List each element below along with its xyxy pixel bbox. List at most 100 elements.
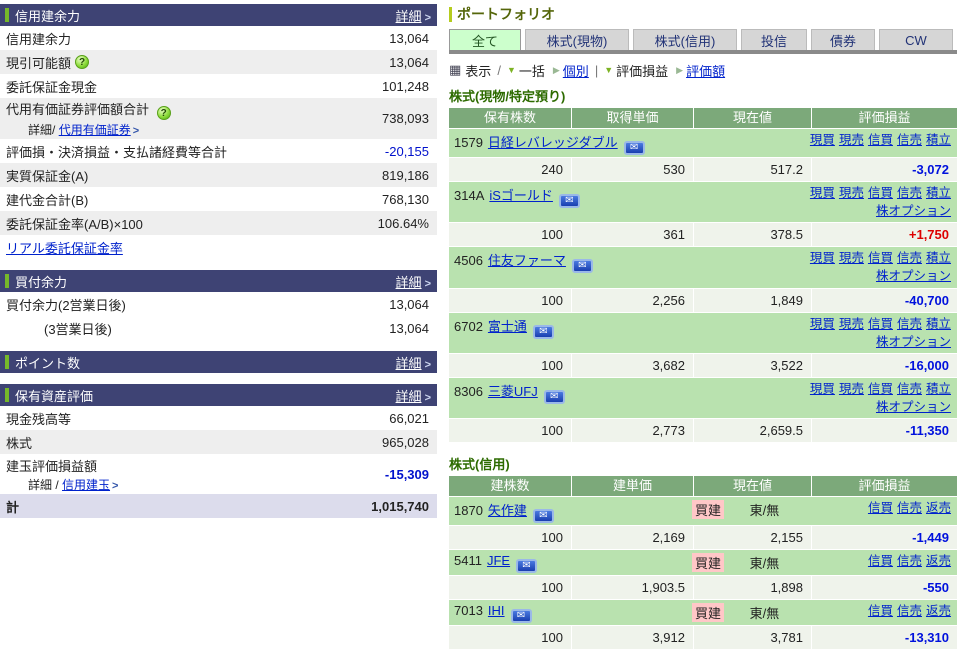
long-position-badge: 買建 — [692, 500, 725, 519]
cash-buy-link[interactable]: 現買 — [810, 133, 835, 147]
detail-link[interactable]: 詳細 > — [396, 386, 431, 405]
accumulate-link[interactable]: 積立 — [926, 133, 951, 147]
close-sell-link[interactable]: 返売 — [926, 554, 951, 568]
row-label: 建代金合計(B) — [6, 192, 89, 208]
tab-funds[interactable]: 投信 — [741, 29, 807, 50]
real-margin-rate-link[interactable]: リアル委託保証金率 — [0, 238, 123, 257]
stock-id: 4506 住友ファーマ ✉ — [454, 249, 593, 274]
margin-buy-link[interactable]: 信買 — [868, 251, 893, 265]
stock-option-link[interactable]: 株オプション — [876, 269, 951, 283]
margin-sell-link[interactable]: 信売 — [897, 382, 922, 396]
summary-row: 株式 965,028 — [0, 430, 437, 454]
cash-sell-link[interactable]: 現売 — [839, 382, 864, 396]
cash-buy-link[interactable]: 現買 — [810, 317, 835, 331]
margin-positions-link[interactable]: 信用建玉 — [62, 478, 110, 492]
stock-option-link[interactable]: 株オプション — [876, 335, 951, 349]
stock-name-link[interactable]: IHI — [488, 603, 505, 618]
margin-sell-link[interactable]: 信売 — [897, 554, 922, 568]
tab-stock-margin[interactable]: 株式(信用) — [633, 29, 737, 50]
cash-buy-link[interactable]: 現買 — [810, 251, 835, 265]
close-sell-link[interactable]: 返売 — [926, 604, 951, 618]
market-label: 東/無 — [749, 503, 780, 518]
stock-name-link[interactable]: iSゴールド — [489, 188, 553, 203]
cash-sell-link[interactable]: 現売 — [839, 317, 864, 331]
margin-buy-link[interactable]: 信買 — [868, 501, 893, 515]
mail-alert-icon[interactable]: ✉ — [532, 509, 554, 523]
qty-cell: 100 — [449, 419, 572, 442]
margin-sell-link[interactable]: 信売 — [897, 317, 922, 331]
price-cell: 2,773 — [572, 419, 694, 442]
price-cell: 2,169 — [572, 526, 694, 549]
header-qty: 保有株数 — [449, 108, 572, 128]
mail-alert-icon[interactable]: ✉ — [571, 259, 593, 274]
stock-data-row: 100 3,912 3,781 -13,310 — [449, 625, 957, 649]
cash-buy-link[interactable]: 現買 — [810, 186, 835, 200]
section-header: ポイント数 詳細 > — [0, 351, 437, 373]
help-icon[interactable]: ? — [156, 106, 171, 120]
header-qty: 建株数 — [449, 476, 572, 496]
row-label: 現引可能額 — [6, 55, 72, 71]
mail-alert-icon[interactable]: ✉ — [510, 609, 532, 623]
qty-cell: 100 — [449, 353, 572, 377]
stock-name-link[interactable]: JFE — [487, 553, 510, 568]
accumulate-link[interactable]: 積立 — [926, 317, 951, 331]
mail-alert-icon[interactable]: ✉ — [543, 389, 565, 404]
margin-sell-link[interactable]: 信売 — [897, 133, 922, 147]
stock-id: 314A iSゴールド ✉ — [454, 184, 580, 208]
detail-link[interactable]: 詳細 > — [396, 353, 431, 372]
margin-buy-link[interactable]: 信買 — [868, 382, 893, 396]
margin-sell-link[interactable]: 信売 — [897, 604, 922, 618]
close-sell-link[interactable]: 返売 — [926, 501, 951, 515]
stock-name-link[interactable]: 日経レバレッジダブル — [488, 135, 618, 150]
accumulate-link[interactable]: 積立 — [926, 186, 951, 200]
row-subline: 詳細 / 信用建玉 > — [0, 476, 118, 493]
tab-all[interactable]: 全て — [449, 29, 521, 50]
mail-alert-icon[interactable]: ✉ — [516, 559, 538, 573]
accent-bar — [5, 388, 9, 402]
cash-sell-link[interactable]: 現売 — [839, 251, 864, 265]
margin-buy-link[interactable]: 信買 — [868, 317, 893, 331]
accumulate-link[interactable]: 積立 — [926, 251, 951, 265]
detail-link[interactable]: 詳細 > — [396, 272, 431, 291]
accumulate-link[interactable]: 積立 — [926, 382, 951, 396]
margin-sell-link[interactable]: 信売 — [897, 251, 922, 265]
stock-name-link[interactable]: 富士通 — [488, 319, 527, 334]
cash-sell-link[interactable]: 現売 — [839, 133, 864, 147]
margin-buy-link[interactable]: 信買 — [868, 186, 893, 200]
margin-sell-link[interactable]: 信売 — [897, 186, 922, 200]
stock-code: 6702 — [454, 318, 483, 334]
stock-option-link[interactable]: 株オプション — [876, 400, 951, 414]
collateral-securities-link[interactable]: 代用有価証券 — [59, 123, 131, 137]
pl-cell: -13,310 — [904, 630, 949, 645]
margin-buy-link[interactable]: 信買 — [868, 604, 893, 618]
summary-row: 現引可能額 ? 13,064 — [0, 50, 437, 74]
individual-mode-link[interactable]: 個別 — [563, 61, 589, 80]
table-view-icon: ▦ — [449, 62, 462, 77]
stock-name-link[interactable]: 住友ファーマ — [488, 253, 566, 268]
mail-alert-icon[interactable]: ✉ — [623, 141, 645, 155]
mail-alert-icon[interactable]: ✉ — [558, 194, 580, 208]
stock-code: 4506 — [454, 253, 483, 269]
row-value: 13,064 — [389, 30, 429, 46]
tab-stock-cash[interactable]: 株式(現物) — [525, 29, 629, 50]
margin-buy-link[interactable]: 信買 — [868, 133, 893, 147]
qty-cell: 100 — [449, 576, 572, 599]
detail-link-label: 詳細 — [395, 388, 422, 404]
stock-data-row: 240 530 517.2 -3,072 — [449, 157, 957, 181]
stock-name-link[interactable]: 三菱UFJ — [488, 384, 538, 399]
valuation-view-link[interactable]: 評価額 — [686, 61, 725, 80]
qty-cell: 100 — [449, 626, 572, 649]
cash-buy-link[interactable]: 現買 — [810, 382, 835, 396]
stock-name-row: 8306 三菱UFJ ✉ 現買 現売 信買 信売 積立 株オプション — [449, 376, 957, 418]
market-label: 東/無 — [749, 606, 780, 621]
tab-cw[interactable]: CW — [879, 29, 953, 50]
detail-link[interactable]: 詳細 > — [396, 6, 431, 25]
stock-name-link[interactable]: 矢作建 — [488, 503, 527, 518]
margin-buy-link[interactable]: 信買 — [868, 554, 893, 568]
margin-sell-link[interactable]: 信売 — [897, 501, 922, 515]
help-icon[interactable]: ? — [75, 55, 90, 69]
cash-sell-link[interactable]: 現売 — [839, 186, 864, 200]
mail-alert-icon[interactable]: ✉ — [532, 324, 554, 339]
stock-option-link[interactable]: 株オプション — [876, 204, 951, 218]
tab-bonds[interactable]: 債券 — [811, 29, 875, 50]
